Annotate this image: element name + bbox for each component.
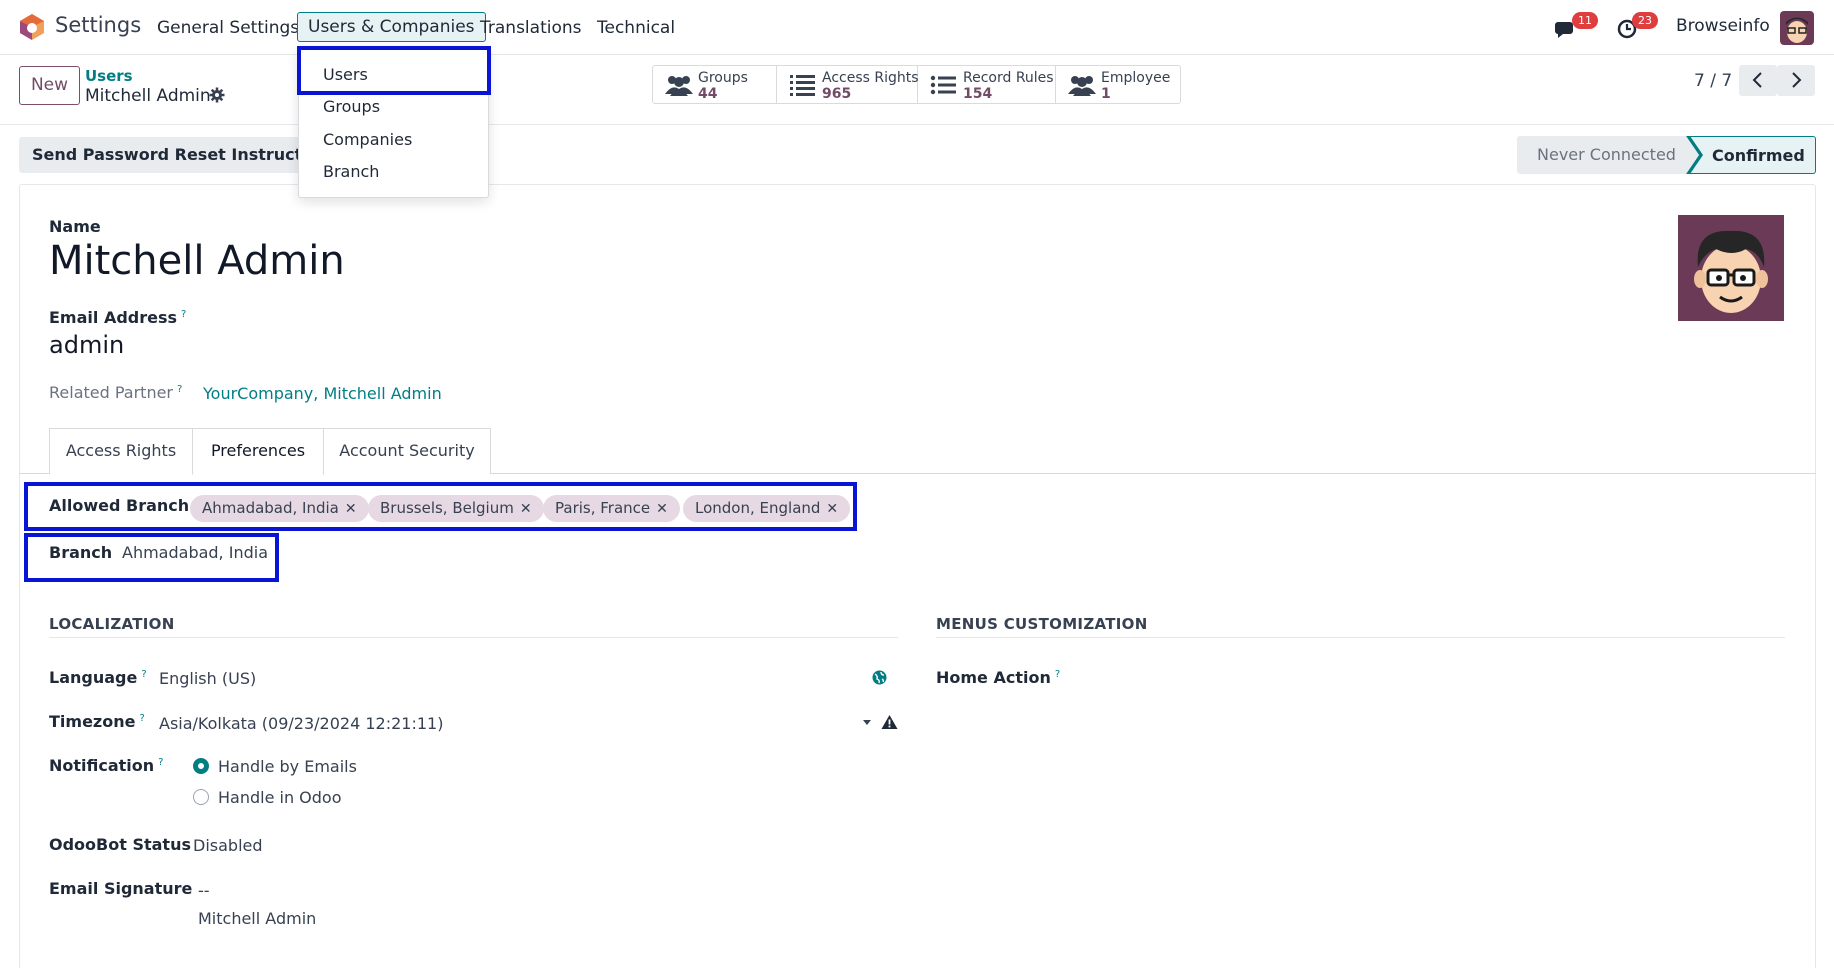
dropdown-item-companies[interactable]: Companies [323,130,412,149]
localization-section-title: LOCALIZATION [49,615,175,633]
highlight-users-item [297,46,491,95]
stage-never-connected[interactable]: Never Connected [1517,136,1691,174]
timezone-label: Timezone? [49,712,145,731]
caret-down-icon[interactable] [862,718,872,726]
users-group-icon [665,76,693,96]
dropdown-item-groups[interactable]: Groups [323,97,380,116]
menus-divider [936,637,1785,638]
top-navbar: Settings General Settings Users & Compan… [0,0,1834,55]
related-partner-link[interactable]: YourCompany, Mitchell Admin [203,384,442,403]
pager-previous-button[interactable] [1739,65,1777,96]
dropdown-item-branch[interactable]: Branch [323,162,379,181]
related-partner-label: Related Partner? [49,383,183,402]
smart-button-record-rules[interactable]: Record Rules 154 [918,66,1056,103]
email-signature-label: Email Signature [49,879,193,898]
odoobot-status-field[interactable]: Disabled [193,836,263,855]
name-label: Name [49,217,101,236]
warning-icon [881,715,898,729]
stage-confirmed[interactable]: Confirmed [1688,136,1816,174]
email-field[interactable]: admin [49,331,124,359]
odoo-logo-icon[interactable] [18,13,46,41]
pager-counter[interactable]: 7 / 7 [1694,71,1732,91]
chevron-left-icon [1752,72,1762,88]
language-field[interactable]: English (US) [159,669,256,688]
option-handle-by-emails[interactable]: Handle by Emails [218,757,357,776]
notification-label: Notification? [49,756,164,775]
company-switcher[interactable]: Browseinfo [1676,16,1770,36]
pager-next-button[interactable] [1777,65,1815,96]
list-icon [790,75,815,96]
radio-handle-by-emails[interactable] [193,758,209,774]
highlight-allowed-branch [24,482,857,531]
form-sheet [19,184,1816,968]
activities-badge: 23 [1632,12,1658,29]
gear-icon[interactable] [209,87,225,103]
user-avatar[interactable] [1780,11,1814,45]
option-handle-in-odoo[interactable]: Handle in Odoo [218,788,342,807]
tab-access-rights[interactable]: Access Rights [49,428,193,474]
list-icon [930,75,956,95]
users-group-icon [1068,76,1096,96]
smart-button-employee[interactable]: Employee 1 [1056,66,1180,103]
app-title[interactable]: Settings [55,13,141,37]
chevron-right-icon [1792,72,1802,88]
messages-badge: 11 [1572,12,1598,29]
menu-general-settings[interactable]: General Settings [157,15,299,41]
breadcrumb-current: Mitchell Admin [85,86,211,106]
new-button[interactable]: New [19,66,80,105]
control-panel-divider [0,124,1834,125]
tab-preferences[interactable]: Preferences [192,428,324,475]
smart-button-groups[interactable]: Groups 44 [653,66,777,103]
localization-divider [49,637,898,638]
globe-icon[interactable] [872,670,887,685]
language-label: Language? [49,668,147,687]
menu-translations[interactable]: Translations [480,15,582,41]
menu-users-companies[interactable]: Users & Companies [297,12,486,42]
smart-button-access-rights[interactable]: Access Rights 965 [777,66,919,103]
breadcrumb-users[interactable]: Users [85,67,133,85]
profile-avatar[interactable] [1678,215,1784,321]
radio-handle-in-odoo[interactable] [193,789,209,805]
name-field[interactable]: Mitchell Admin [49,238,345,284]
email-signature-line2[interactable]: Mitchell Admin [198,909,316,928]
odoobot-status-label: OdooBot Status [49,835,191,854]
menu-technical[interactable]: Technical [597,15,675,41]
highlight-branch [24,533,279,582]
menus-customization-section-title: MENUS CUSTOMIZATION [936,615,1148,633]
home-action-label: Home Action? [936,668,1061,687]
send-password-reset-button[interactable]: Send Password Reset Instructions [19,137,300,173]
stage-arrow-divider [1686,136,1703,174]
timezone-field[interactable]: Asia/Kolkata (09/23/2024 12:21:11) [159,714,443,733]
email-signature-line1[interactable]: -- [198,881,210,900]
smart-buttons: Groups 44 Access Rights 965 Record Rules… [652,65,1181,104]
email-label: Email Address? [49,308,187,327]
tab-account-security[interactable]: Account Security [323,428,491,474]
